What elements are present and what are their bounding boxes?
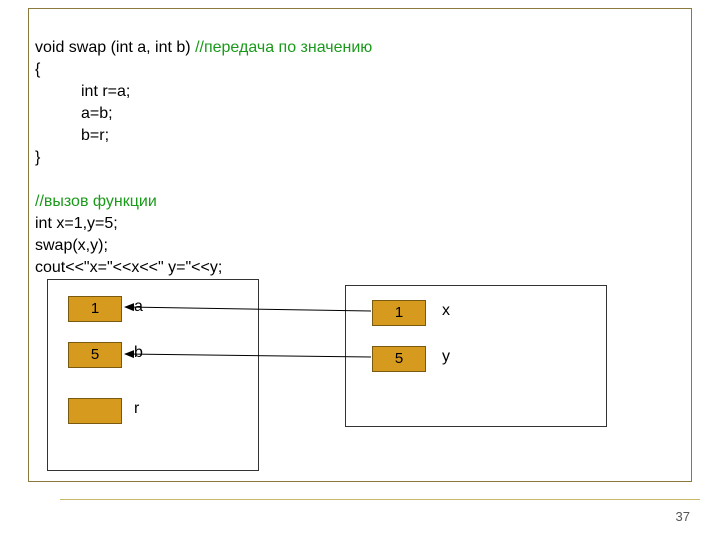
memory-diagram: 1 a 5 b r 1 x 5 y: [35, 279, 685, 475]
code-line-1: void swap (int a, int b) //передача по з…: [35, 39, 372, 56]
cell-b: 5: [68, 342, 122, 368]
label-r: r: [134, 400, 139, 418]
label-a: a: [134, 298, 143, 316]
page-number: 37: [676, 509, 690, 524]
code-block: void swap (int a, int b) //передача по з…: [35, 15, 685, 301]
cell-r: [68, 398, 122, 424]
code-line-7: [35, 171, 39, 188]
footer-rule: [60, 499, 700, 500]
code-line-6: }: [35, 149, 40, 166]
caller-scope-box: 1 x 5 y: [345, 285, 607, 427]
label-y: y: [442, 348, 450, 366]
label-x: x: [442, 302, 450, 320]
slide-frame: void swap (int a, int b) //передача по з…: [28, 8, 692, 482]
function-scope-box: 1 a 5 b r: [47, 279, 259, 471]
code-line-9: int x=1,y=5;: [35, 215, 118, 232]
code-line-2: {: [35, 61, 40, 78]
cell-y: 5: [372, 346, 426, 372]
code-line-8: //вызов функции: [35, 193, 157, 210]
label-b: b: [134, 344, 143, 362]
code-line-3: int r=a;: [35, 83, 130, 100]
cell-x: 1: [372, 300, 426, 326]
cell-a: 1: [68, 296, 122, 322]
code-line-5: b=r;: [35, 127, 109, 144]
code-line-10: swap(x,y);: [35, 237, 108, 254]
code-line-11: cout<<"x="<<x<<" y="<<y;: [35, 259, 222, 276]
code-line-4: a=b;: [35, 105, 113, 122]
